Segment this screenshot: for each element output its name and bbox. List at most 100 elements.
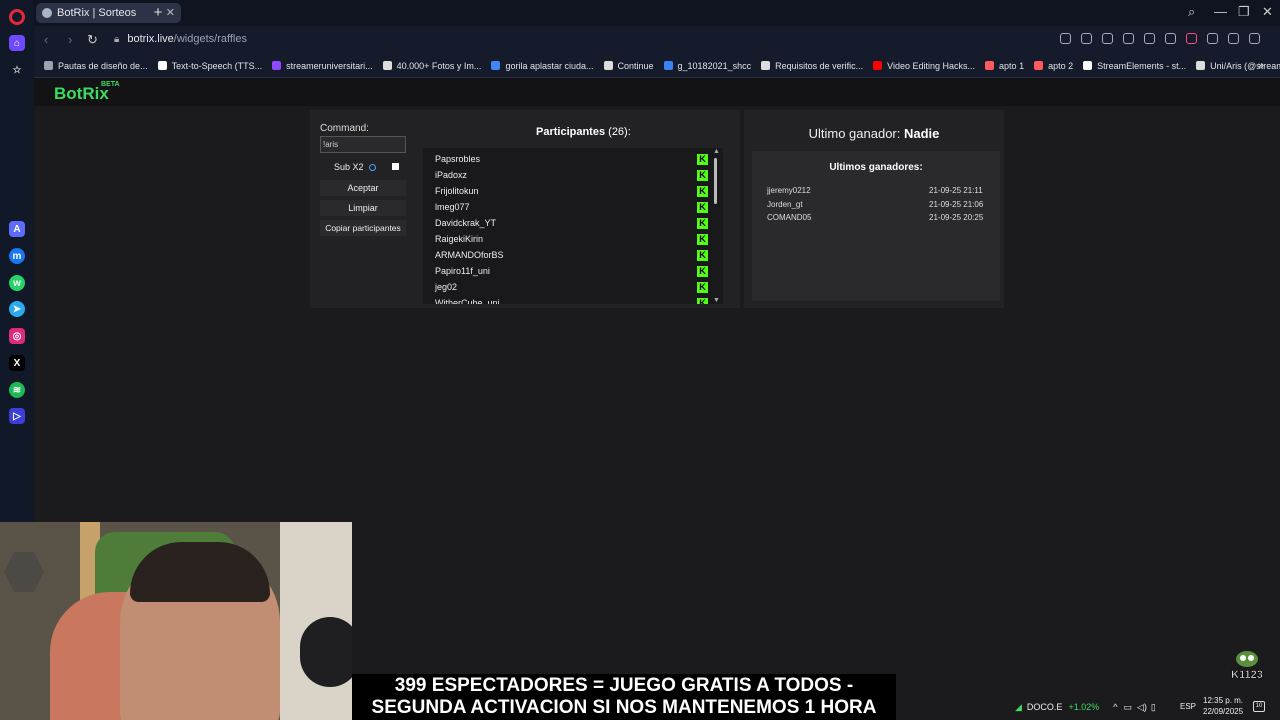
participant-name: Papiro11f_uni — [435, 266, 490, 276]
profile-icon[interactable] — [1249, 33, 1260, 44]
tray-chevron-icon[interactable]: ^ — [1113, 702, 1117, 712]
kick-icon: K — [697, 250, 708, 261]
bookmark-favicon-icon — [603, 61, 613, 70]
scroll-down-icon[interactable]: ▼ — [713, 297, 720, 304]
kick-icon: K — [697, 266, 708, 277]
heart-icon[interactable] — [1186, 33, 1197, 44]
bookmark-item[interactable]: 40.000+ Fotos y Im... — [382, 61, 481, 71]
beta-badge: BETA — [101, 81, 120, 88]
participant-row: Frijolitokun K — [435, 184, 710, 200]
winner-row: Jorden_gt 21-09-25 21:06 — [767, 200, 987, 209]
bookmark-favicon-icon — [1196, 61, 1206, 70]
extension-icon[interactable] — [1144, 33, 1155, 44]
more-bookmarks-icon[interactable]: » — [1258, 60, 1264, 72]
stocks-icon[interactable]: ◢ — [1015, 702, 1022, 713]
participant-row: Davidckrak_YT K — [435, 216, 710, 232]
search-icon[interactable] — [1060, 33, 1071, 44]
bookmark-item[interactable]: Text-to-Speech (TTS... — [157, 61, 262, 71]
system-tray: ◢ DOCO.E +1.02% ^ ▭ ◁) ▯ ESP 12:35 p. m.… — [1015, 694, 1280, 720]
bookmark-label: StreamElements - st... — [1097, 60, 1187, 71]
bookmark-item[interactable]: Pautas de diseño de... — [44, 61, 148, 71]
participant-name: iPadoxz — [435, 170, 468, 180]
bookmark-item[interactable]: apto 2 — [1034, 61, 1073, 71]
clock[interactable]: 12:35 p. m. 22/09/2025 — [1203, 695, 1243, 717]
participants-scrollbar[interactable]: ▲ ▼ — [712, 148, 720, 304]
battery-icon[interactable]: ▯ — [1151, 702, 1156, 713]
close-window-icon[interactable]: ✕ — [1262, 4, 1273, 20]
bookmark-item[interactable]: streameruniversitari... — [272, 61, 373, 71]
bookmark-item[interactable]: g_10182021_shcc — [663, 61, 751, 71]
aria-icon[interactable]: A — [9, 221, 25, 237]
language-indicator[interactable]: ESP — [1180, 702, 1196, 711]
clear-button[interactable]: Limpiar — [320, 200, 406, 216]
minimize-icon[interactable]: — — [1214, 4, 1227, 19]
home-icon[interactable]: ⌂ — [9, 35, 25, 51]
sub-x2-checkbox[interactable] — [392, 163, 399, 170]
participant-name: jeg02 — [435, 282, 458, 292]
participant-row: lmeg077 K — [435, 200, 710, 216]
tab-favicon-icon — [42, 8, 52, 18]
bookmark-favicon-icon — [382, 61, 392, 70]
participant-name: WitherCube_uni — [435, 298, 500, 304]
banner-line-2: SEGUNDA ACTIVACION SI NOS MANTENEMOS 1 H… — [371, 697, 877, 718]
bookmark-label: gorila aplastar ciuda... — [505, 60, 594, 71]
telegram-icon[interactable]: ➤ — [9, 301, 25, 317]
spotify-icon[interactable]: ≋ — [9, 382, 25, 398]
scroll-thumb[interactable] — [714, 158, 717, 204]
kick-icon: K — [697, 154, 708, 165]
search-tabs-icon[interactable]: ⌕ — [1188, 4, 1195, 20]
info-icon[interactable] — [368, 163, 376, 171]
shield-icon[interactable] — [1123, 33, 1134, 44]
copy-participants-button[interactable]: Copiar participantes — [320, 220, 406, 236]
winner-row: COMAND05 21-09-25 20:25 — [767, 213, 987, 222]
bookmark-label: apto 1 — [999, 60, 1025, 71]
bookmark-item[interactable]: apto 1 — [985, 61, 1024, 71]
menu-icon[interactable] — [1228, 33, 1239, 44]
winner-name: jjeremy0212 — [767, 186, 811, 195]
bookmark-label: Uni/Aris (@streame... — [1210, 60, 1280, 71]
sub-x2-label: Sub X2 — [334, 162, 364, 172]
participant-row: jeg02 K — [435, 280, 710, 296]
lock-icon: 🔒︎ — [114, 34, 120, 45]
bookmark-item[interactable]: Requisitos de verific... — [761, 61, 863, 71]
back-icon[interactable]: ‹ — [44, 32, 48, 47]
participants-list[interactable]: ▲ ▼ Papsrobles KiPadoxz K Frijolitokun Klmeg… — [423, 148, 723, 304]
bookmark-item[interactable]: Video Editing Hacks... — [873, 61, 975, 71]
network-icon[interactable]: ▭ — [1123, 702, 1132, 713]
url-field[interactable]: 🔒︎ botrix.live/widgets/raffles — [114, 33, 247, 45]
accept-button[interactable]: Aceptar — [320, 180, 406, 196]
bookmark-label: Video Editing Hacks... — [887, 60, 976, 71]
bookmark-label: streameruniversitari... — [286, 60, 373, 71]
participant-name: Papsrobles — [435, 154, 481, 164]
bookmark-label: Pautas de diseño de... — [58, 60, 148, 71]
scroll-up-icon[interactable]: ▲ — [713, 148, 720, 155]
camera-icon[interactable] — [1102, 33, 1113, 44]
kick-icon: K — [697, 202, 708, 213]
edit-icon[interactable] — [1081, 33, 1092, 44]
x-twitter-icon[interactable]: X — [9, 355, 25, 371]
instagram-icon[interactable]: ◎ — [9, 328, 25, 344]
last-winner: Ultimo ganador: Nadie — [744, 126, 1004, 141]
volume-icon[interactable]: ◁) — [1137, 702, 1147, 713]
bookmark-item[interactable]: Continue — [603, 61, 654, 71]
opera-logo-icon[interactable] — [9, 9, 25, 25]
bookmark-item[interactable]: gorila aplastar ciuda... — [491, 60, 594, 71]
notification-icon[interactable]: 10 — [1253, 701, 1265, 712]
participant-name: ARMANDOforBS — [435, 250, 504, 260]
maximize-icon[interactable]: ❐ — [1238, 4, 1250, 20]
whatsapp-icon[interactable]: w — [9, 275, 25, 291]
bookmark-item[interactable]: StreamElements - st... — [1083, 61, 1186, 71]
command-input[interactable] — [320, 136, 406, 153]
winner-date: 21-09-25 21:06 — [929, 199, 984, 209]
messenger-icon[interactable]: m — [9, 248, 25, 264]
download-icon[interactable] — [1207, 33, 1218, 44]
forward-icon[interactable]: › — [68, 32, 72, 47]
ticker-name[interactable]: DOCO.E — [1027, 702, 1063, 712]
player-icon[interactable]: ▷ — [9, 408, 25, 424]
reload-icon[interactable]: ↻ — [87, 32, 98, 48]
play-icon[interactable] — [1165, 33, 1176, 44]
bookmark-item[interactable]: Uni/Aris (@streame... — [1196, 61, 1280, 71]
star-icon[interactable]: ☆ — [9, 62, 25, 78]
new-tab-button[interactable]: + — [148, 4, 168, 21]
kick-icon: K — [697, 218, 708, 229]
